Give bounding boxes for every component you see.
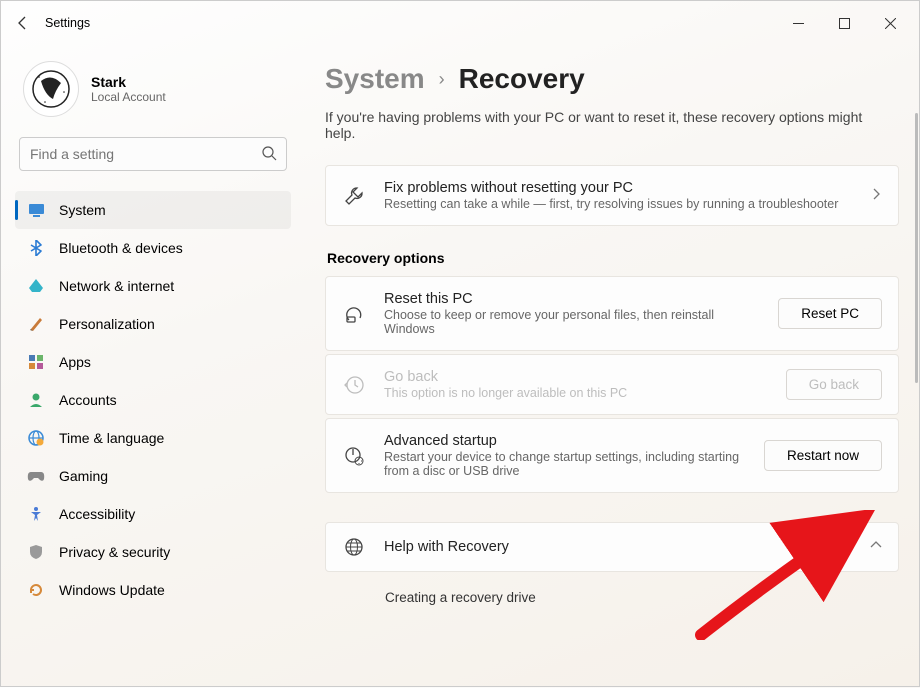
sidebar-item-label: Bluetooth & devices [59,240,183,256]
history-icon [342,374,366,396]
window-title: Settings [45,16,90,30]
card-subtitle: Restart your device to change startup se… [384,450,746,478]
sidebar-item-label: Gaming [59,468,108,484]
sidebar-item-gaming[interactable]: Gaming [15,457,291,495]
account-type: Local Account [91,90,166,104]
chevron-up-icon [870,538,882,556]
reset-pc-button[interactable]: Reset PC [778,298,882,329]
maximize-button[interactable] [821,3,867,43]
titlebar: Settings [1,1,919,45]
breadcrumb-parent[interactable]: System [325,63,425,95]
card-title: Help with Recovery [384,539,852,555]
card-title: Fix problems without resetting your PC [384,180,852,196]
wifi-icon [27,277,45,295]
bluetooth-icon [27,239,45,257]
back-button[interactable] [7,7,39,39]
card-subtitle: This option is no longer available on th… [384,386,768,400]
wrench-icon [342,185,366,207]
account-name: Stark [91,74,166,90]
accessibility-icon [27,505,45,523]
sidebar: Stark Local Account System Bluetooth & d… [1,45,301,688]
section-title: Recovery options [327,250,899,266]
globe-icon [27,429,45,447]
card-subtitle: Choose to keep or remove your personal f… [384,308,760,336]
main-content: System › Recovery If you're having probl… [301,45,919,688]
sidebar-nav: System Bluetooth & devices Network & int… [15,191,291,609]
chevron-right-icon [870,187,882,205]
chevron-right-icon: › [439,69,445,90]
scrollbar-thumb[interactable] [915,113,918,383]
sidebar-item-label: Time & language [59,430,164,446]
sidebar-item-personalization[interactable]: Personalization [15,305,291,343]
sidebar-item-label: Privacy & security [59,544,170,560]
reset-pc-card: Reset this PC Choose to keep or remove y… [325,276,899,351]
sidebar-item-apps[interactable]: Apps [15,343,291,381]
go-back-button: Go back [786,369,882,400]
sidebar-item-label: Personalization [59,316,155,332]
fix-problems-card[interactable]: Fix problems without resetting your PC R… [325,165,899,226]
help-link-recovery-drive[interactable]: Creating a recovery drive [325,576,899,611]
restart-now-button[interactable]: Restart now [764,440,882,471]
globe-help-icon [342,537,366,557]
power-gear-icon [342,445,366,467]
sidebar-item-system[interactable]: System [15,191,291,229]
sidebar-item-accessibility[interactable]: Accessibility [15,495,291,533]
card-title: Go back [384,369,768,385]
card-title: Advanced startup [384,433,746,449]
close-button[interactable] [867,3,913,43]
intro-text: If you're having problems with your PC o… [325,109,885,141]
breadcrumb-current: Recovery [459,63,585,95]
go-back-card: Go back This option is no longer availab… [325,354,899,415]
sidebar-item-privacy[interactable]: Privacy & security [15,533,291,571]
scrollbar[interactable] [911,1,919,686]
sidebar-item-label: Apps [59,354,91,370]
sidebar-item-bluetooth[interactable]: Bluetooth & devices [15,229,291,267]
sidebar-item-time[interactable]: Time & language [15,419,291,457]
sidebar-item-label: System [59,202,106,218]
sidebar-item-label: Network & internet [59,278,174,294]
arrow-left-icon [15,15,31,31]
advanced-startup-card: Advanced startup Restart your device to … [325,418,899,493]
minimize-button[interactable] [775,3,821,43]
sidebar-item-label: Windows Update [59,582,165,598]
apps-icon [27,353,45,371]
help-recovery-card[interactable]: Help with Recovery [325,522,899,572]
monitor-icon [27,201,45,219]
reset-icon [342,303,366,325]
search-input[interactable] [19,137,287,171]
sidebar-item-accounts[interactable]: Accounts [15,381,291,419]
sidebar-item-update[interactable]: Windows Update [15,571,291,609]
search-icon [262,146,277,166]
card-subtitle: Resetting can take a while — first, try … [384,197,852,211]
search-box[interactable] [19,137,287,171]
card-title: Reset this PC [384,291,760,307]
sidebar-item-network[interactable]: Network & internet [15,267,291,305]
sidebar-item-label: Accessibility [59,506,135,522]
sidebar-item-label: Accounts [59,392,117,408]
brush-icon [27,315,45,333]
person-icon [27,391,45,409]
avatar [23,61,79,117]
gamepad-icon [27,467,45,485]
breadcrumb: System › Recovery [325,63,899,95]
update-icon [27,581,45,599]
account-block[interactable]: Stark Local Account [15,53,291,137]
shield-icon [27,543,45,561]
